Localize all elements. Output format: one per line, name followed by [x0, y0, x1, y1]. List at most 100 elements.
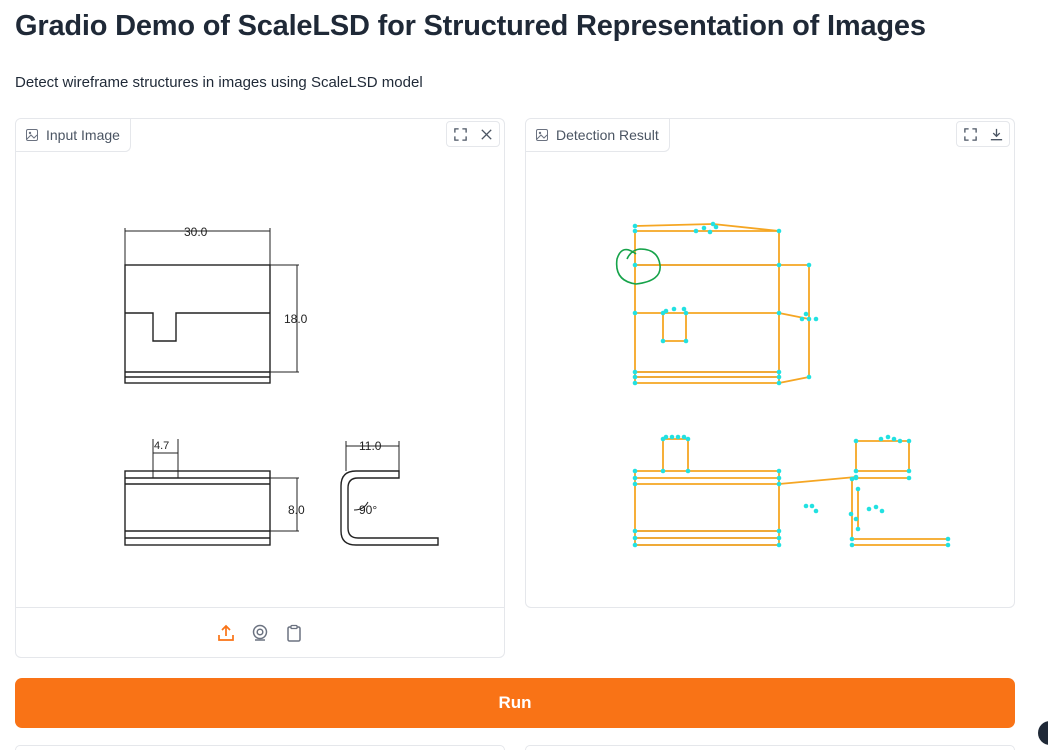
- junction-point: [891, 436, 897, 442]
- image-source-bar: [16, 607, 504, 657]
- detection-result-panel[interactable]: Detection Result: [525, 118, 1015, 608]
- junction-point: [906, 475, 912, 481]
- wireframe-line: [712, 223, 780, 232]
- junction-point: [632, 535, 638, 541]
- junction-point: [897, 438, 903, 444]
- junction-point: [632, 374, 638, 380]
- junction-point: [776, 228, 782, 234]
- junction-point: [906, 468, 912, 474]
- wireframe-line: [778, 376, 810, 384]
- technical-drawing: 30.0 18.0 4.7 8.0 11.0 90°: [124, 225, 439, 546]
- dimension-label-small: 4.7: [154, 440, 169, 452]
- download-button[interactable]: [983, 122, 1009, 146]
- junction-point: [632, 380, 638, 386]
- junction-point: [853, 468, 859, 474]
- junction-point: [707, 229, 713, 235]
- webcam-button[interactable]: [249, 622, 271, 644]
- junction-point: [803, 503, 809, 509]
- detection-result-actions: [956, 121, 1010, 147]
- page-description: Detect wireframe structures in images us…: [15, 74, 423, 91]
- junction-point: [813, 508, 819, 514]
- junction-point: [671, 306, 677, 312]
- junction-point: [681, 306, 687, 312]
- junction-point: [685, 436, 691, 442]
- junction-point: [873, 504, 879, 510]
- junction-point: [776, 468, 782, 474]
- download-icon: [990, 128, 1002, 140]
- input-image-label: Input Image: [16, 119, 131, 152]
- fullscreen-button[interactable]: [447, 122, 473, 146]
- junction-point: [848, 511, 854, 517]
- junction-point: [799, 316, 805, 322]
- junction-point: [632, 369, 638, 375]
- junction-point: [806, 316, 812, 322]
- junction-point: [803, 311, 809, 317]
- fullscreen-icon: [453, 127, 467, 141]
- run-button[interactable]: Run: [15, 678, 1015, 728]
- junction-point: [853, 516, 859, 522]
- junction-point: [806, 374, 812, 380]
- junction-point: [853, 475, 859, 481]
- junction-point: [849, 476, 855, 482]
- junction-point: [879, 508, 885, 514]
- page-title: Gradio Demo of ScaleLSD for Structured R…: [15, 10, 926, 42]
- junction-point: [663, 308, 669, 314]
- junction-point: [776, 374, 782, 380]
- junction-point: [660, 338, 666, 344]
- junction-point: [849, 536, 855, 542]
- dimension-label-right: 18.0: [284, 312, 308, 326]
- junction-point: [776, 380, 782, 386]
- junction-point: [683, 338, 689, 344]
- angle-label: 90°: [359, 503, 377, 517]
- junction-point: [776, 369, 782, 375]
- junction-point: [632, 468, 638, 474]
- fullscreen-button[interactable]: [957, 122, 983, 146]
- dimension-label-top: 30.0: [184, 225, 208, 239]
- upload-button[interactable]: [215, 622, 237, 644]
- junction-point: [776, 481, 782, 487]
- junction-point: [685, 468, 691, 474]
- floating-indicator: [1038, 721, 1048, 745]
- wireframe-line: [634, 223, 714, 227]
- wireframe-overlay: [615, 221, 951, 548]
- junction-point: [669, 434, 675, 440]
- junction-point: [683, 310, 689, 316]
- junction-point: [945, 542, 951, 548]
- junction-point: [878, 436, 884, 442]
- junction-point: [632, 528, 638, 534]
- input-image-actions: [446, 121, 500, 147]
- junction-point: [632, 228, 638, 234]
- dimension-label-bottom: 8.0: [288, 503, 305, 517]
- fullscreen-icon: [963, 127, 977, 141]
- upload-icon: [218, 624, 234, 641]
- junction-point: [776, 262, 782, 268]
- junction-point: [885, 434, 891, 440]
- detection-result-canvas: [526, 119, 1014, 607]
- junction-point: [813, 316, 819, 322]
- detection-result-label: Detection Result: [526, 119, 670, 152]
- detection-result-label-text: Detection Result: [556, 127, 659, 143]
- input-image-canvas[interactable]: 30.0 18.0 4.7 8.0 11.0 90°: [16, 119, 504, 609]
- junction-point: [776, 542, 782, 548]
- junction-point: [701, 225, 707, 231]
- junction-point: [855, 526, 861, 532]
- input-image-label-text: Input Image: [46, 127, 120, 143]
- clipboard-button[interactable]: [283, 622, 305, 644]
- clear-image-button[interactable]: [473, 122, 499, 146]
- input-image-panel[interactable]: 30.0 18.0 4.7 8.0 11.0 90° Input Image: [15, 118, 505, 658]
- clipboard-icon: [287, 624, 301, 642]
- junction-point: [776, 528, 782, 534]
- junction-point: [632, 475, 638, 481]
- output-panel-left: [15, 745, 505, 750]
- junction-point: [713, 224, 719, 230]
- junction-point: [632, 542, 638, 548]
- junction-point: [660, 468, 666, 474]
- junction-point: [849, 542, 855, 548]
- junction-point: [675, 434, 681, 440]
- junction-point: [632, 262, 638, 268]
- junction-point: [776, 475, 782, 481]
- junction-point: [866, 506, 872, 512]
- close-icon: [480, 128, 492, 140]
- junction-point: [945, 536, 951, 542]
- junction-point: [632, 223, 638, 229]
